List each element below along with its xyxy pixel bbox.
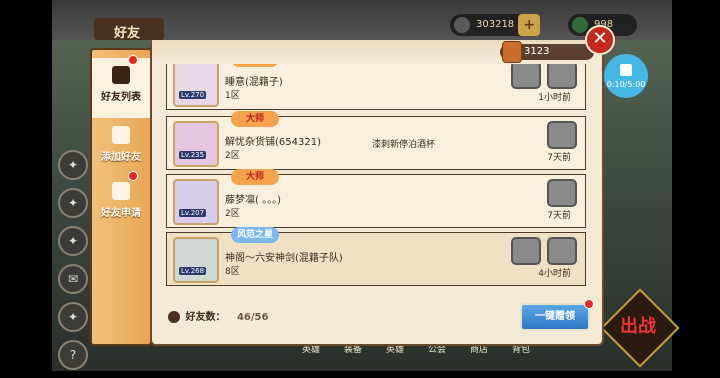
- friend-server: 2区: [225, 209, 240, 219]
- add-friend-icon: [112, 126, 130, 144]
- stop-icon[interactable]: [620, 64, 632, 76]
- gift-coin-counter: 3123: [500, 41, 594, 63]
- friend-list-icon: [112, 66, 130, 84]
- title-badge: 大师: [231, 111, 279, 127]
- notification-dot: [584, 299, 594, 309]
- friend-name: 解忧杂货铺(654321): [225, 137, 321, 148]
- avatar: [173, 237, 219, 283]
- last-online: 1小时前: [538, 93, 571, 103]
- notification-dot: [128, 171, 138, 181]
- gift-all-button[interactable]: 一键赠领: [520, 303, 590, 331]
- friend-server: 8区: [225, 267, 240, 277]
- menu-icon-5[interactable]: ✦: [58, 302, 88, 332]
- gift-icon[interactable]: [511, 64, 541, 89]
- recording-time: 0:10/5:00: [606, 80, 646, 89]
- notification-dot: [128, 55, 138, 65]
- screen-recorder-widget[interactable]: 0:10/5:00: [604, 54, 648, 98]
- tab-friend-requests[interactable]: 好友申请: [92, 176, 150, 230]
- battle-button-label: 出战: [620, 316, 656, 337]
- tab-friend-list[interactable]: 好友列表: [92, 58, 150, 118]
- gift-icon[interactable]: [511, 237, 541, 265]
- avatar: [173, 64, 219, 107]
- friend-server: 2区: [225, 151, 240, 161]
- tab-add-friend[interactable]: 添加好友: [92, 120, 150, 174]
- title-badge: 大师: [231, 169, 279, 185]
- sidebar: 好友列表 添加好友 好友申请: [90, 48, 152, 346]
- gift-icon[interactable]: [547, 237, 577, 265]
- friends-list: Lv.270 大师 睡意(混籍子) 1区 1小时前 Lv.235 大师 解忧杂货…: [166, 64, 586, 294]
- last-online: 4小时前: [538, 269, 571, 279]
- title-badge: 风范之星: [231, 227, 279, 243]
- friend-name: 睡意(混籍子): [225, 77, 283, 88]
- friend-count: 好友数： 46/56: [168, 308, 268, 323]
- avatar: [173, 121, 219, 167]
- left-icon-column: ✦ ✦ ✦ ✉ ✦ ?: [58, 150, 88, 378]
- menu-icon-2[interactable]: ✦: [58, 188, 88, 218]
- friend-name: 神阁～六安神剑(混籍子队): [225, 253, 343, 264]
- help-icon[interactable]: ?: [58, 340, 88, 370]
- title-badge: 大师: [231, 64, 279, 67]
- friends-header: 好友: [84, 14, 164, 44]
- friend-row[interactable]: Lv.268 风范之星 神阁～六安神剑(混籍子队) 8区 4小时前: [166, 227, 586, 286]
- gift-icon[interactable]: [547, 121, 577, 149]
- menu-icon-1[interactable]: ✦: [58, 150, 88, 180]
- menu-icon-3[interactable]: ✦: [58, 226, 88, 256]
- gift-icon[interactable]: [547, 64, 577, 89]
- friend-row[interactable]: Lv.270 大师 睡意(混籍子) 1区 1小时前: [166, 64, 586, 110]
- add-currency-button[interactable]: +: [518, 14, 541, 36]
- friend-name: 藤梦凛( 。。。): [225, 195, 281, 206]
- friend-signature: 漆刺新停泊酒杯: [372, 140, 436, 150]
- tab-label: 好友申请: [101, 208, 141, 219]
- close-button[interactable]: ✕: [585, 25, 615, 55]
- tab-label: 好友列表: [101, 92, 141, 103]
- tab-label: 添加好友: [101, 152, 141, 163]
- last-online: 7天前: [547, 211, 571, 221]
- friends-icon: [168, 311, 180, 323]
- mail-icon[interactable]: ✉: [58, 264, 88, 294]
- friend-server: 1区: [225, 91, 240, 101]
- coin-icon: [454, 17, 470, 33]
- jade-icon: [572, 17, 588, 33]
- avatar: [173, 179, 219, 225]
- gift-icon[interactable]: [547, 179, 577, 207]
- currency-display: 303218 +: [450, 14, 541, 36]
- friend-request-icon: [112, 182, 130, 200]
- page-title: 好友: [114, 26, 141, 41]
- coin-bag-icon: [502, 41, 522, 63]
- friend-row[interactable]: Lv.207 大师 藤梦凛( 。。。) 2区 7天前: [166, 169, 586, 228]
- friend-row[interactable]: Lv.235 大师 解忧杂货铺(654321) 2区 漆刺新停泊酒杯 7天前: [166, 111, 586, 170]
- last-online: 7天前: [547, 153, 571, 163]
